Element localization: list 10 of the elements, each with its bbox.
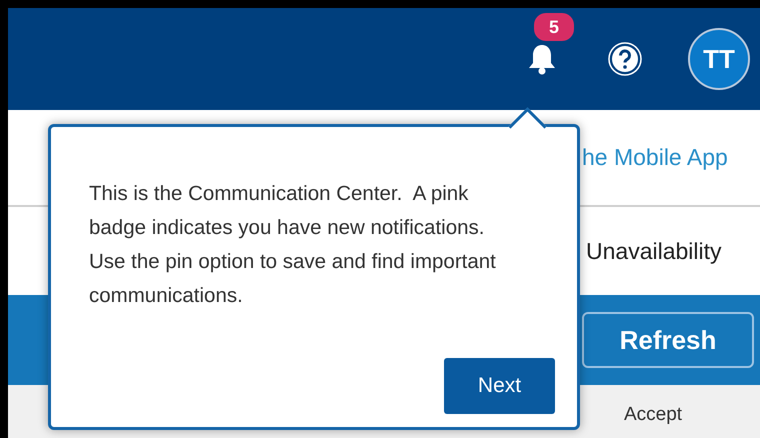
refresh-button[interactable]: Refresh <box>582 312 754 368</box>
mobile-app-link[interactable]: he Mobile App <box>582 144 728 171</box>
column-header: Accept <box>624 404 682 426</box>
bell-icon[interactable] <box>527 43 557 75</box>
notification-badge: 5 <box>534 13 574 41</box>
user-avatar[interactable]: TT <box>688 28 750 90</box>
popover-message: This is the Communication Center. A pink badge indicates you have new notifications. Use the pin option to save and find important communications. <box>89 181 497 309</box>
help-icon[interactable] <box>608 42 642 76</box>
unavailability-label: Unavailability <box>586 238 722 264</box>
next-button[interactable]: Next <box>444 358 555 414</box>
